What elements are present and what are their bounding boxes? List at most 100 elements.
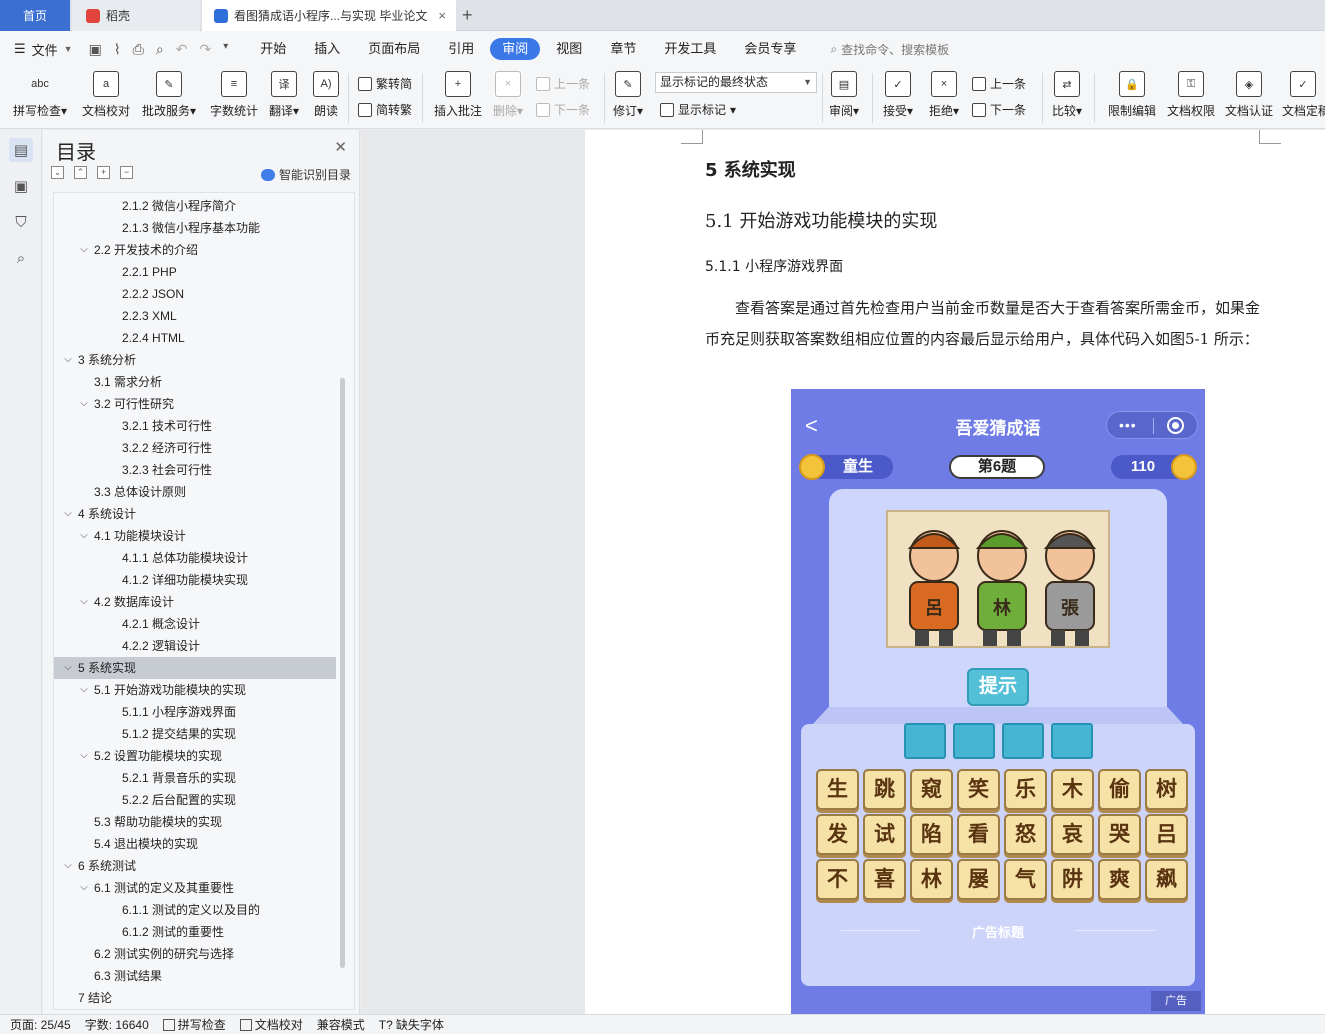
- insert-comment-button[interactable]: + 插入批注: [430, 71, 486, 119]
- undo-icon[interactable]: ↶: [176, 41, 188, 58]
- remove-heading-icon[interactable]: −: [120, 166, 133, 179]
- character-tile[interactable]: 跳: [863, 769, 906, 810]
- close-tab-icon[interactable]: ×: [438, 8, 446, 23]
- read-aloud-button[interactable]: A) 朗读: [310, 71, 342, 119]
- file-menu[interactable]: ☰ 文件 ▼: [14, 40, 73, 59]
- menu-tab[interactable]: 页面布局: [356, 38, 432, 60]
- doc-final-button[interactable]: ✓ 文档定稿: [1282, 71, 1325, 119]
- toc-item[interactable]: 2.2.2 JSON: [54, 283, 336, 305]
- compare-button[interactable]: ⇄ 比较▾: [1048, 71, 1086, 119]
- menu-tab[interactable]: 引用: [436, 38, 486, 60]
- tab-home[interactable]: 首页: [0, 0, 70, 31]
- toc-item[interactable]: ⌵ 4 系统设计: [54, 503, 336, 525]
- toc-item[interactable]: 5.2.1 背景音乐的实现: [54, 767, 336, 789]
- menu-tab[interactable]: 插入: [302, 38, 352, 60]
- toc-item[interactable]: 4.2.1 概念设计: [54, 613, 336, 635]
- document-page[interactable]: 5 系统实现 5.1 开始游戏功能模块的实现 5.1.1 小程序游戏界面 查看答…: [585, 130, 1325, 1014]
- chevron-down-icon[interactable]: ⌵: [78, 877, 90, 899]
- to-simplified-button[interactable]: 简转繁: [358, 101, 412, 118]
- character-tile[interactable]: 喜: [863, 859, 906, 900]
- menu-tab[interactable]: 视图: [544, 38, 594, 60]
- character-tile[interactable]: 偷: [1098, 769, 1141, 810]
- chevron-down-icon[interactable]: ⌵: [62, 349, 74, 371]
- collapse-all-icon[interactable]: ⌄: [51, 166, 64, 179]
- toc-item[interactable]: 5.2.2 后台配置的实现: [54, 789, 336, 811]
- print-icon[interactable]: ⎙: [133, 41, 144, 58]
- toc-item[interactable]: 2.1.2 微信小程序简介: [54, 195, 336, 217]
- toc-item[interactable]: 5.3 帮助功能模块的实现: [54, 811, 336, 833]
- character-tile[interactable]: 试: [863, 814, 906, 855]
- toc-item[interactable]: ⌵ 4.2 数据库设计: [54, 591, 336, 613]
- spell-check-status[interactable]: 拼写检查: [162, 1016, 226, 1033]
- doc-permission-button[interactable]: ⚿ 文档权限: [1164, 71, 1218, 119]
- page-indicator[interactable]: 页面: 25/45: [10, 1016, 71, 1033]
- toc-item[interactable]: 7 结论: [54, 987, 336, 1009]
- menu-tab[interactable]: 章节: [598, 38, 648, 60]
- chevron-down-icon[interactable]: ⌵: [78, 393, 90, 415]
- toc-item[interactable]: 3.2.2 经济可行性: [54, 437, 336, 459]
- toc-item[interactable]: 5.1.2 提交结果的实现: [54, 723, 336, 745]
- character-tile[interactable]: 吕: [1145, 814, 1188, 855]
- close-icon[interactable]: ✕: [334, 138, 347, 156]
- chevron-down-icon[interactable]: ⌵: [78, 745, 90, 767]
- chevron-down-icon[interactable]: ⌵: [78, 239, 90, 261]
- toc-item[interactable]: 4.1.2 详细功能模块实现: [54, 569, 336, 591]
- answer-slot[interactable]: [953, 723, 995, 759]
- character-tile[interactable]: 不: [816, 859, 859, 900]
- toc-item[interactable]: 5.1.1 小程序游戏界面: [54, 701, 336, 723]
- save-icon[interactable]: ▣: [89, 41, 102, 58]
- toc-item[interactable]: ⌵ 5.1 开始游戏功能模块的实现: [54, 679, 336, 701]
- toc-item[interactable]: 6.2 测试实例的研究与选择: [54, 943, 336, 965]
- to-traditional-button[interactable]: 繁转简: [358, 75, 412, 92]
- doc-proof-button[interactable]: a 文档校对: [78, 71, 134, 119]
- toc-item[interactable]: ⌵ 6.1 测试的定义及其重要性: [54, 877, 336, 899]
- character-tile[interactable]: 怒: [1004, 814, 1047, 855]
- next-change-button[interactable]: 下一条: [972, 101, 1026, 118]
- markup-state-select[interactable]: 显示标记的最终状态 ▼: [655, 72, 817, 93]
- character-tile[interactable]: 气: [1004, 859, 1047, 900]
- show-markup-button[interactable]: 显示标记 ▾: [660, 101, 736, 118]
- character-tile[interactable]: 生: [816, 769, 859, 810]
- toc-item[interactable]: 3.2.3 社会可行性: [54, 459, 336, 481]
- character-tile[interactable]: 木: [1051, 769, 1094, 810]
- toc-item[interactable]: 4.2.2 逻辑设计: [54, 635, 336, 657]
- toc-item[interactable]: 2.2.1 PHP: [54, 261, 336, 283]
- toc-item[interactable]: 6.3 测试结果: [54, 965, 336, 987]
- bookmark-icon[interactable]: ⛉: [9, 210, 33, 234]
- menu-tab[interactable]: 审阅: [490, 38, 541, 60]
- delete-comment-button[interactable]: × 删除▾: [490, 71, 526, 119]
- chevron-down-icon[interactable]: ⌵: [78, 679, 90, 701]
- compat-mode-status[interactable]: 兼容模式: [317, 1016, 365, 1033]
- format-painter-icon[interactable]: ⌇: [114, 41, 121, 58]
- toc-item[interactable]: ⌵ 3.2 可行性研究: [54, 393, 336, 415]
- track-changes-button[interactable]: ✎ 修订▾: [610, 71, 646, 119]
- toc-item[interactable]: ⌵ 3 系统分析: [54, 349, 336, 371]
- spell-check-button[interactable]: abc 拼写检查▾: [10, 71, 70, 119]
- toc-item[interactable]: ⌵ 5.2 设置功能模块的实现: [54, 745, 336, 767]
- character-tile[interactable]: 哀: [1051, 814, 1094, 855]
- toc-item[interactable]: 6.1.1 测试的定义以及目的: [54, 899, 336, 921]
- hint-button[interactable]: 提示: [967, 668, 1029, 706]
- command-search[interactable]: ⌕ 查找命令、搜索模板: [830, 41, 949, 58]
- chevron-down-icon[interactable]: ⌵: [62, 657, 74, 679]
- toc-item[interactable]: 5.4 退出模块的实现: [54, 833, 336, 855]
- character-tile[interactable]: 哭: [1098, 814, 1141, 855]
- print-preview-icon[interactable]: ⌕: [156, 41, 164, 58]
- review-service-button[interactable]: ✎ 批改服务▾: [138, 71, 200, 119]
- character-tile[interactable]: 笑: [957, 769, 1000, 810]
- menu-tab[interactable]: 开始: [248, 38, 298, 60]
- character-tile[interactable]: 发: [816, 814, 859, 855]
- missing-font-status[interactable]: T? 缺失字体: [379, 1016, 444, 1033]
- toc-scrollbar[interactable]: [340, 378, 345, 968]
- character-tile[interactable]: 屡: [957, 859, 1000, 900]
- answer-slot[interactable]: [1002, 723, 1044, 759]
- toc-item[interactable]: 2.2.4 HTML: [54, 327, 336, 349]
- reject-button[interactable]: × 拒绝▾: [926, 71, 962, 119]
- word-count-button[interactable]: ≡ 字数统计: [206, 71, 262, 119]
- tab-daoke[interactable]: 稻壳: [72, 0, 200, 31]
- tab-document[interactable]: 看图猜成语小程序...与实现 毕业论文 ×: [202, 0, 456, 31]
- toc-item[interactable]: 3.1 需求分析: [54, 371, 336, 393]
- doc-proof-status[interactable]: 文档校对: [239, 1016, 303, 1033]
- review-pane-button[interactable]: ▤ 审阅▾: [826, 71, 862, 119]
- character-tile[interactable]: 林: [910, 859, 953, 900]
